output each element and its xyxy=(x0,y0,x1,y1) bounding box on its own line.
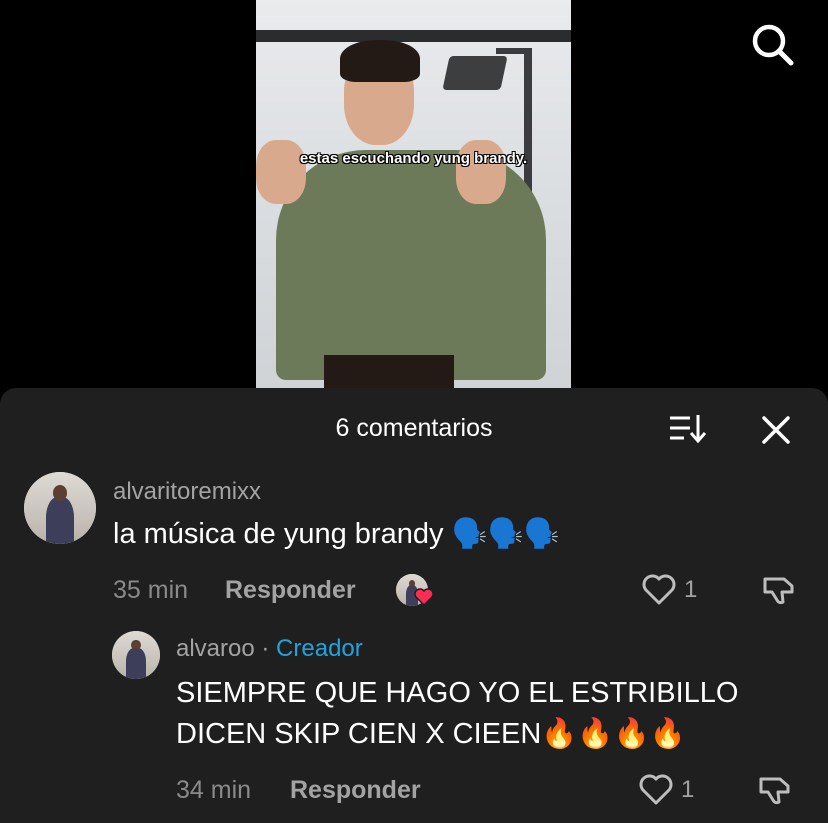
comment-username[interactable]: alvaritoremixx xyxy=(113,478,261,506)
like-icon[interactable] xyxy=(638,774,674,806)
comments-sheet: 6 comentarios alvaritoremixx la música d… xyxy=(0,388,828,823)
video-caption: estas escuchando yung brandy. xyxy=(299,150,528,167)
separator: · xyxy=(254,635,277,662)
reply-button[interactable]: Responder xyxy=(290,776,421,805)
dislike-icon[interactable] xyxy=(762,574,798,608)
reply-username-line[interactable]: alvaroo · Creador xyxy=(176,635,363,663)
creator-badge: Creador xyxy=(276,635,363,662)
sort-icon xyxy=(670,415,707,444)
heart-badge-icon xyxy=(414,588,434,606)
person-hair xyxy=(340,40,420,82)
reply-text-line1: SIEMPRE QUE HAGO YO EL ESTRIBILLO xyxy=(176,677,739,709)
dislike-icon[interactable] xyxy=(758,774,794,808)
close-icon xyxy=(762,416,790,444)
person-pants xyxy=(324,355,454,390)
avatar[interactable] xyxy=(24,472,96,544)
reply-time: 34 min xyxy=(176,776,252,804)
search-button[interactable] xyxy=(748,20,798,70)
reply-username[interactable]: alvaroo xyxy=(176,635,255,662)
like-count: 1 xyxy=(684,576,698,603)
reply-text-line2: DICEN SKIP CIEN X CIEEN🔥🔥🔥🔥 xyxy=(176,718,686,750)
shower-head xyxy=(442,56,508,90)
person-hoodie xyxy=(276,150,546,380)
like-count: 1 xyxy=(681,776,695,803)
close-button[interactable] xyxy=(758,412,794,448)
avatar[interactable] xyxy=(112,631,160,679)
comment-time: 35 min xyxy=(113,576,189,604)
search-icon xyxy=(752,24,794,66)
shower-frame xyxy=(256,30,571,42)
reply-button[interactable]: Responder xyxy=(225,576,356,605)
like-icon[interactable] xyxy=(641,574,677,606)
comment-text: la música de yung brandy 🗣️🗣️🗣️ xyxy=(113,518,560,550)
sort-button[interactable] xyxy=(668,412,708,446)
video-player[interactable]: estas escuchando yung brandy. xyxy=(256,0,571,390)
